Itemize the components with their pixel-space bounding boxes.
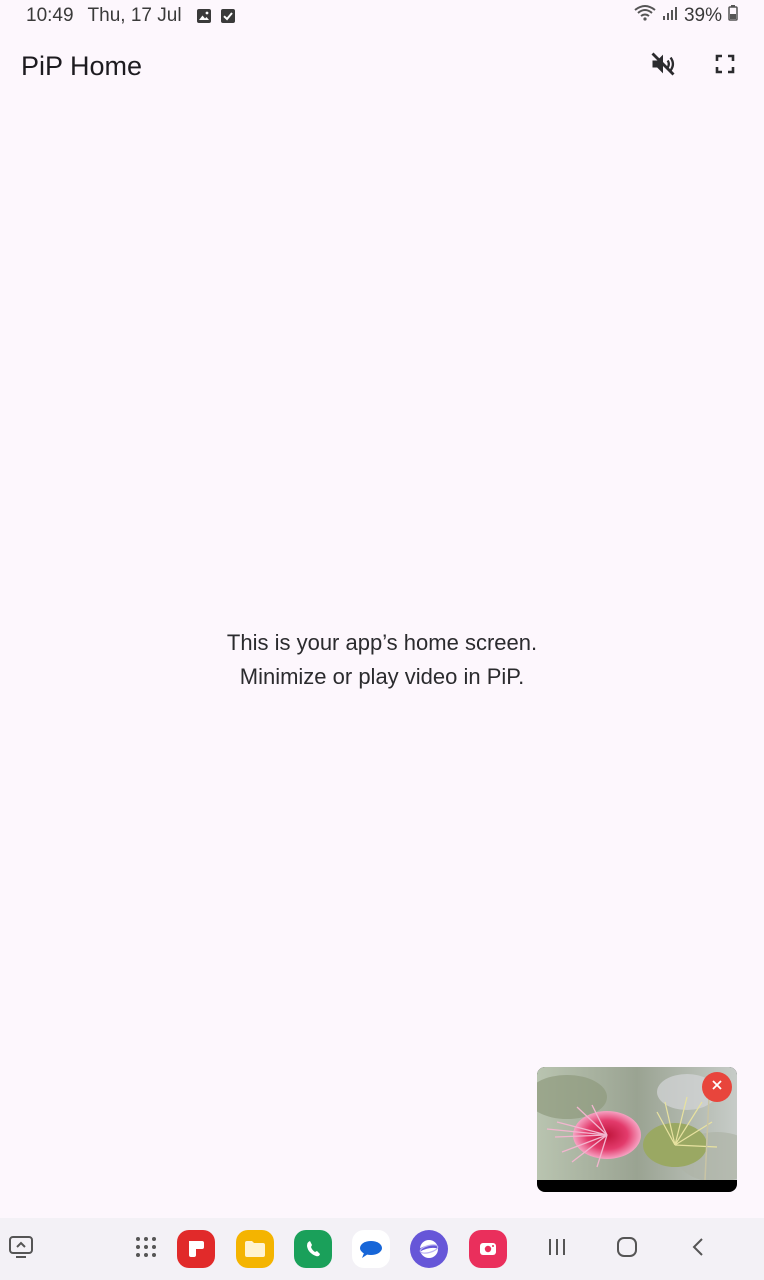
taskbar-app-internet[interactable]: [410, 1230, 448, 1268]
taskbar-app-screen-recorder[interactable]: [469, 1230, 507, 1268]
back-icon: [688, 1236, 710, 1263]
image-notification-icon: [196, 8, 212, 24]
taskbar-app-phone[interactable]: [294, 1230, 332, 1268]
messages-icon: [352, 1230, 390, 1268]
fullscreen-icon: [713, 52, 737, 81]
pip-window[interactable]: [537, 1067, 737, 1192]
taskbar-icon: [8, 1234, 34, 1265]
fullscreen-button[interactable]: [704, 45, 746, 87]
status-date: Thu, 17 Jul: [87, 5, 182, 26]
taskbar-app-my-files[interactable]: [236, 1230, 274, 1268]
status-left: 10:49 Thu, 17 Jul: [26, 5, 236, 27]
taskbar: [0, 1218, 764, 1280]
recent-apps-icon: [546, 1236, 568, 1263]
signal-icon: [662, 5, 678, 27]
screen: 10:49 Thu, 17 Jul 39% PiP Home This is y…: [0, 0, 764, 1280]
home-button[interactable]: [608, 1230, 646, 1268]
taskbar-app-flipboard[interactable]: [177, 1230, 215, 1268]
page-title: PiP Home: [21, 50, 143, 81]
folder-icon: [236, 1230, 274, 1268]
app-bar-actions: [642, 45, 746, 87]
internet-icon: [410, 1230, 448, 1268]
taskbar-app-messages[interactable]: [352, 1230, 390, 1268]
home-message: This is your app’s home screen. Minimize…: [0, 626, 764, 694]
recent-apps-button[interactable]: [538, 1230, 576, 1268]
app-bar: PiP Home: [0, 36, 764, 96]
home-message-line-2: Minimize or play video in PiP.: [239, 664, 525, 689]
status-bar: 10:49 Thu, 17 Jul 39%: [0, 0, 764, 32]
taskbar-toggle-button[interactable]: [4, 1230, 38, 1268]
apps-grid-icon: [134, 1235, 158, 1264]
back-button[interactable]: [680, 1230, 718, 1268]
app-drawer-button[interactable]: [128, 1230, 164, 1268]
battery-percent: 39%: [683, 5, 722, 26]
pip-close-button[interactable]: [702, 1072, 732, 1102]
mute-button[interactable]: [642, 45, 684, 87]
status-time: 10:49: [26, 5, 74, 26]
screen-recorder-icon: [469, 1230, 507, 1268]
phone-icon: [294, 1230, 332, 1268]
volume-off-icon: [649, 50, 677, 83]
notification-icons: [196, 8, 236, 24]
check-notification-icon: [220, 8, 236, 24]
flipboard-icon: [177, 1230, 215, 1268]
home-message-line-1: This is your app’s home screen.: [226, 630, 538, 655]
status-right: 39%: [634, 4, 738, 28]
close-icon: [711, 1078, 723, 1096]
wifi-icon: [634, 4, 656, 28]
battery-icon: [728, 5, 738, 27]
home-icon: [616, 1236, 638, 1263]
